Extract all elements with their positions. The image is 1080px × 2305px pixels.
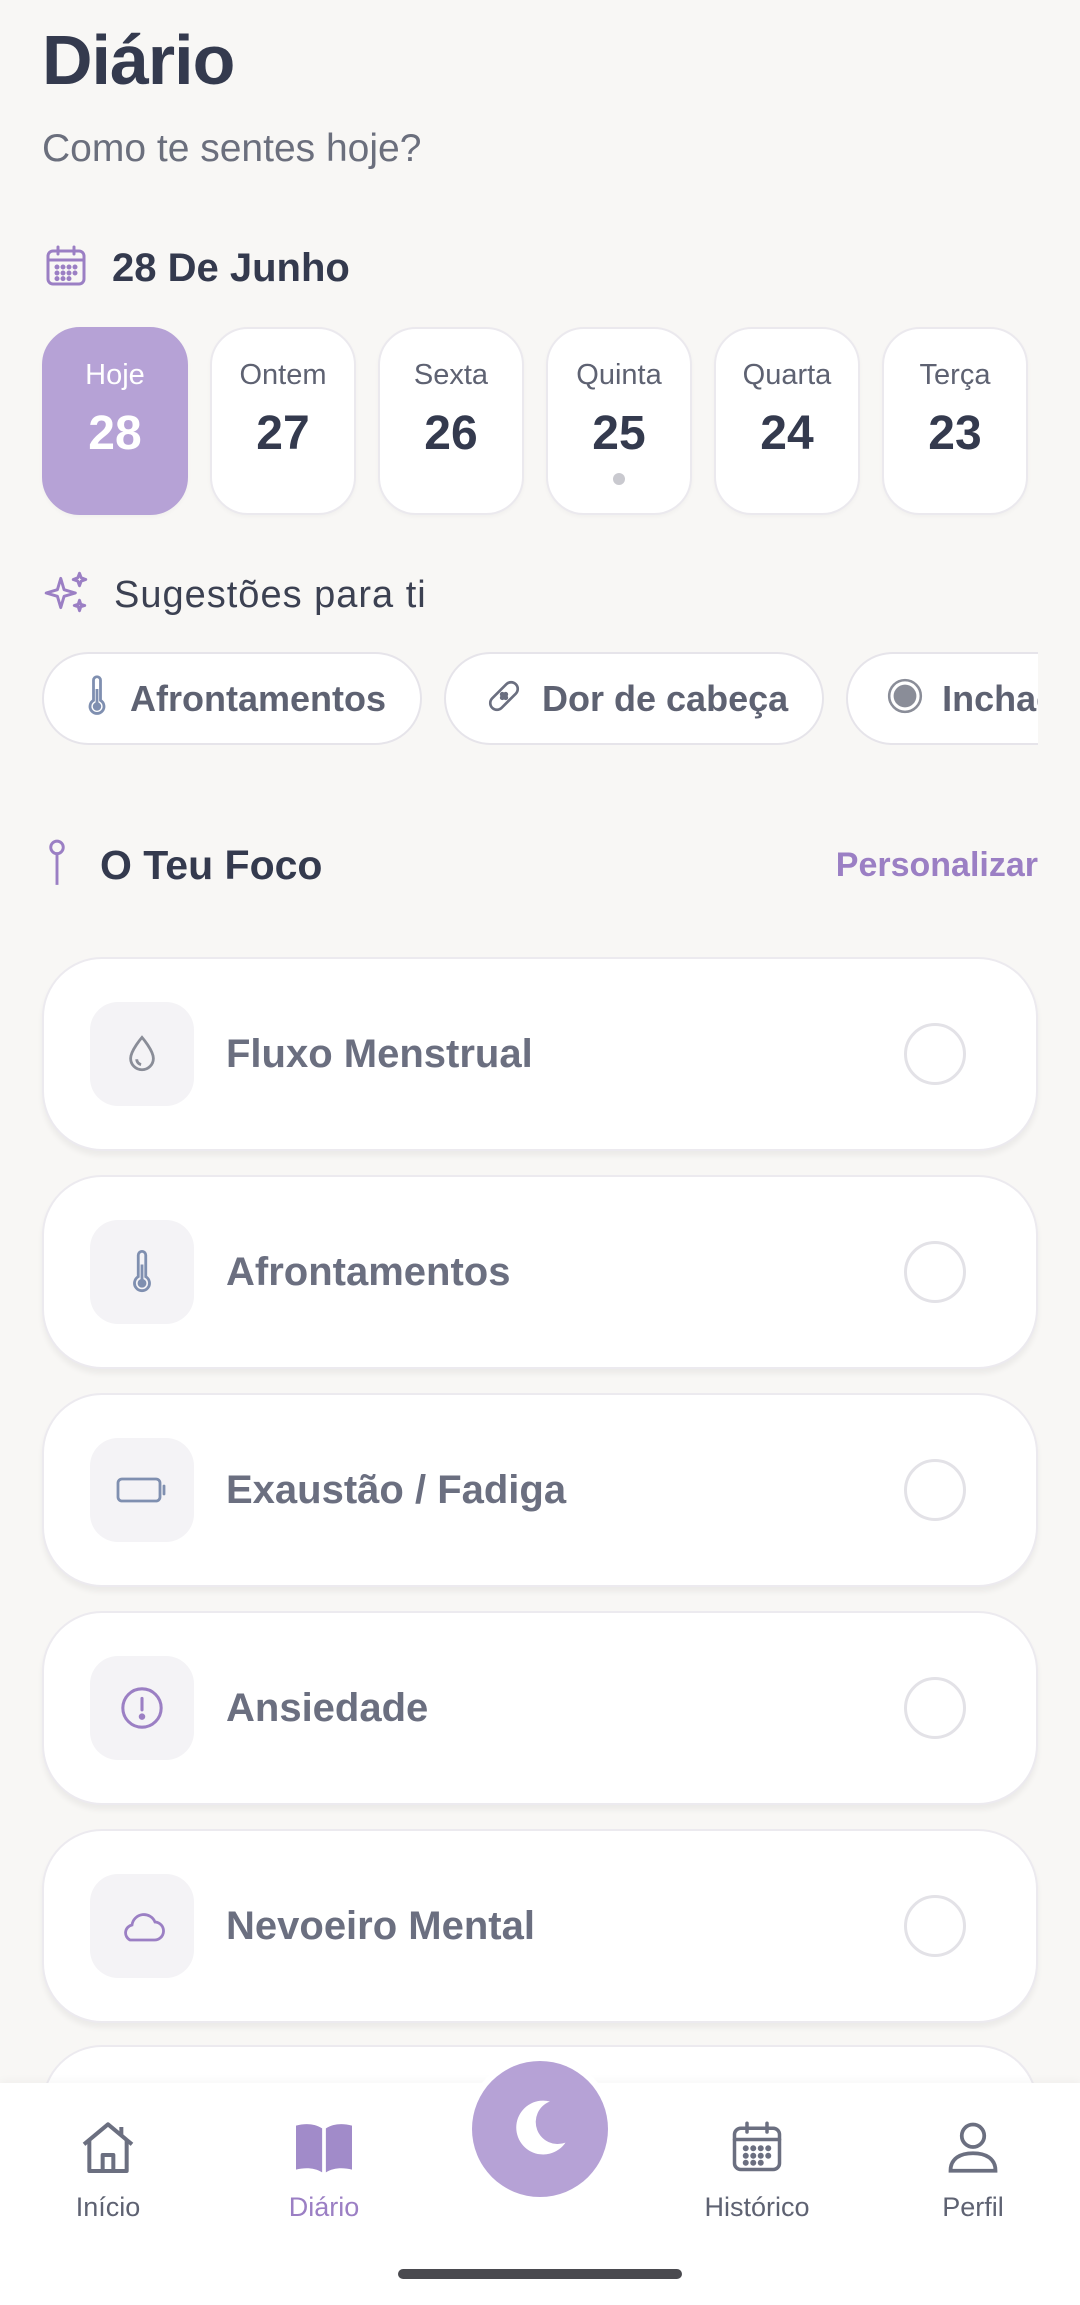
moon-icon <box>506 2093 574 2166</box>
calendar-icon <box>727 2117 787 2182</box>
entry-indicator-dot <box>613 473 625 485</box>
day-number: 25 <box>592 407 646 460</box>
circle-dot-icon <box>886 677 924 720</box>
day-tuesday[interactable]: Terça 23 <box>882 327 1028 515</box>
chip-label: Afrontamentos <box>130 677 387 719</box>
nav-label: Histórico <box>704 2192 810 2222</box>
focus-item-nevoeiro-mental[interactable]: Nevoeiro Mental <box>42 1829 1038 2023</box>
day-name: Ontem <box>239 359 327 391</box>
day-name: Sexta <box>413 359 489 391</box>
focus-header: O Teu Foco Personalizar <box>42 838 1038 893</box>
chip-dor-de-cabeca[interactable]: Dor de cabeça <box>444 652 825 745</box>
customize-link[interactable]: Personalizar <box>836 846 1038 885</box>
focus-item-radio[interactable] <box>904 1677 966 1739</box>
focus-item-label: Ansiedade <box>226 1685 429 1730</box>
droplet-icon <box>90 1002 194 1106</box>
page-title: Diário <box>42 21 235 99</box>
chip-afrontamentos[interactable]: Afrontamentos <box>42 652 423 745</box>
book-icon <box>292 2117 356 2182</box>
nav-diary[interactable]: Diário <box>239 2117 409 2223</box>
nav-label: Perfil <box>942 2192 1004 2222</box>
day-number: 28 <box>88 407 142 460</box>
focus-item-label: Fluxo Menstrual <box>226 1031 533 1076</box>
focus-item-radio[interactable] <box>904 1023 966 1085</box>
date-header: 28 De Junho <box>42 242 350 295</box>
day-yesterday[interactable]: Ontem 27 <box>210 327 356 515</box>
home-indicator <box>398 2269 682 2279</box>
thermometer-icon <box>82 675 112 722</box>
battery-icon <box>90 1438 194 1542</box>
focus-item-label: Nevoeiro Mental <box>226 1903 535 1948</box>
suggestions-header: Sugestões para ti <box>42 568 427 623</box>
nav-label: Diário <box>288 2192 360 2222</box>
focus-item-radio[interactable] <box>904 1459 966 1521</box>
night-mode-button[interactable] <box>466 2055 614 2203</box>
focus-item-label: Afrontamentos <box>226 1249 511 1294</box>
calendar-icon <box>42 242 90 295</box>
pin-icon <box>42 838 72 893</box>
thermometer-icon <box>90 1220 194 1324</box>
chip-label: Dor de cabeça <box>542 677 789 719</box>
day-number: 26 <box>424 407 478 460</box>
day-name: Hoje <box>85 359 145 391</box>
user-icon <box>943 2117 1003 2182</box>
focus-item-ansiedade[interactable]: Ansiedade <box>42 1611 1038 1805</box>
focus-item-afrontamentos[interactable]: Afrontamentos <box>42 1175 1038 1369</box>
day-selector: Hoje 28 Ontem 27 Sexta 26 Quinta 25 Quar… <box>42 327 1028 515</box>
current-date: 28 De Junho <box>112 246 350 290</box>
day-friday[interactable]: Sexta 26 <box>378 327 524 515</box>
day-number: 24 <box>760 407 814 460</box>
home-icon <box>76 2117 140 2182</box>
day-name: Terça <box>919 359 991 391</box>
bottom-navigation: Início Diário Histórico Perfil <box>0 2055 1080 2305</box>
focus-item-label: Exaustão / Fadiga <box>226 1467 567 1512</box>
chip-label: Inchaço A <box>942 677 1038 719</box>
focus-list: Fluxo Menstrual Afrontamentos Exaustão /… <box>42 957 1038 2023</box>
day-number: 23 <box>928 407 982 460</box>
cloud-icon <box>90 1874 194 1978</box>
focus-item-fluxo-menstrual[interactable]: Fluxo Menstrual <box>42 957 1038 1151</box>
nav-profile[interactable]: Perfil <box>888 2117 1058 2223</box>
alert-circle-icon <box>90 1656 194 1760</box>
day-thursday[interactable]: Quinta 25 <box>546 327 692 515</box>
page-subtitle: Como te sentes hoje? <box>42 127 422 170</box>
nav-history[interactable]: Histórico <box>672 2117 842 2223</box>
nav-label: Início <box>75 2192 141 2222</box>
suggestions-title: Sugestões para ti <box>114 574 427 616</box>
chip-inchaco[interactable]: Inchaço A <box>846 652 1038 745</box>
sparkles-icon <box>42 568 92 623</box>
day-name: Quarta <box>742 359 832 391</box>
bandage-icon <box>484 676 524 721</box>
day-today[interactable]: Hoje 28 <box>42 327 188 515</box>
day-name: Quinta <box>576 359 662 391</box>
focus-item-radio[interactable] <box>904 1895 966 1957</box>
day-number: 27 <box>256 407 310 460</box>
nav-home[interactable]: Início <box>23 2117 193 2223</box>
focus-item-exaustao-fadiga[interactable]: Exaustão / Fadiga <box>42 1393 1038 1587</box>
focus-item-radio[interactable] <box>904 1241 966 1303</box>
suggestion-chips[interactable]: Afrontamentos Dor de cabeça Inchaço A <box>42 652 1038 747</box>
focus-title: O Teu Foco <box>100 842 323 888</box>
day-wednesday[interactable]: Quarta 24 <box>714 327 860 515</box>
